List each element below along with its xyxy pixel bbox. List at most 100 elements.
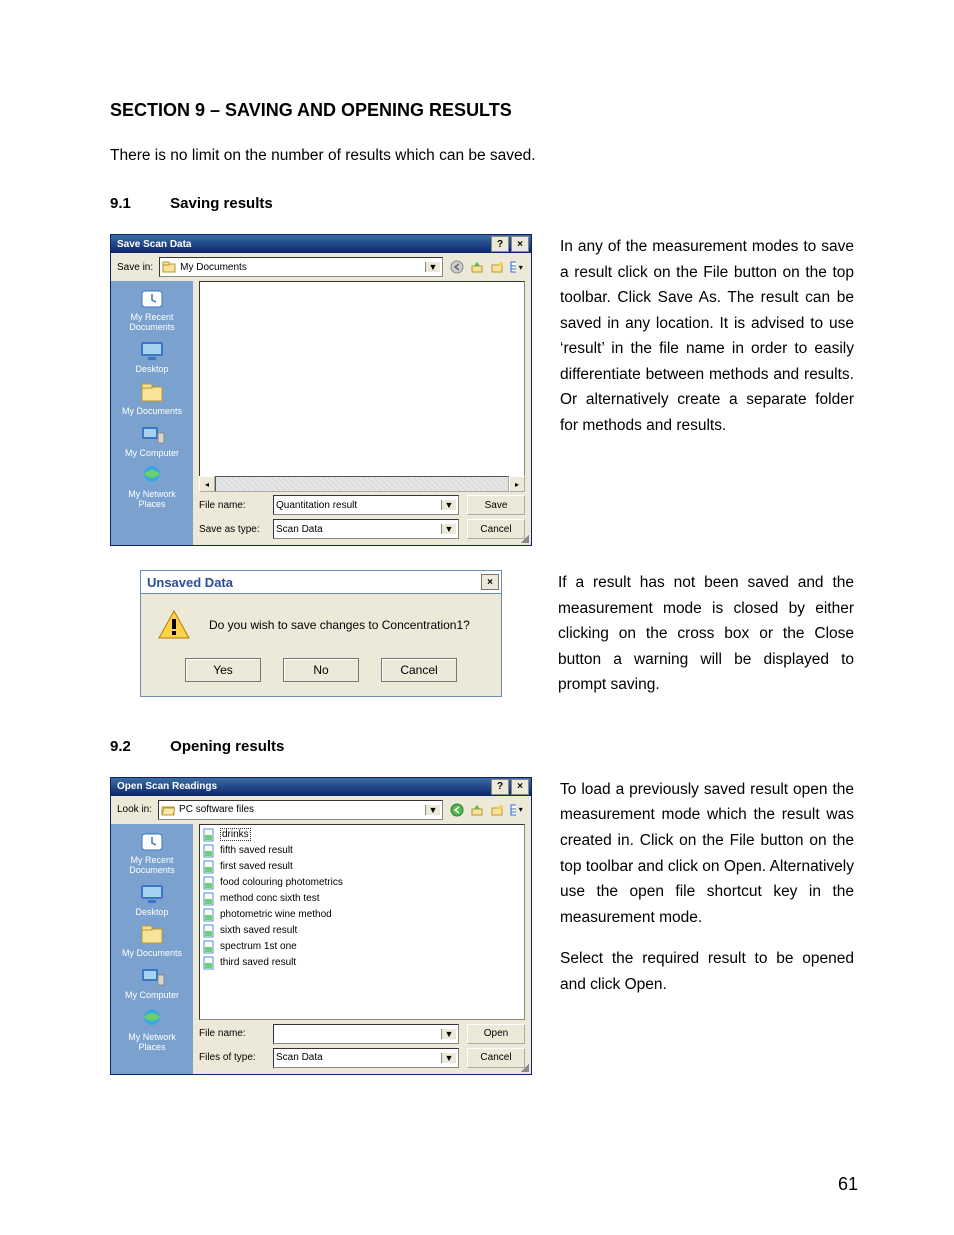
place-mydocs[interactable]: My Documents xyxy=(117,381,187,417)
close-button[interactable]: × xyxy=(511,779,529,795)
help-button[interactable]: ? xyxy=(491,236,509,252)
places-bar: My Recent Documents Desktop My Documents xyxy=(111,824,193,1074)
msgbox-titlebar: Unsaved Data × xyxy=(141,571,501,594)
subsection-title: Opening results xyxy=(170,738,284,755)
place-mycomputer[interactable]: My Computer xyxy=(117,423,187,459)
files-of-type-combo[interactable]: Scan Data ▼ xyxy=(273,1048,459,1068)
para-unsaved: If a result has not been saved and the m… xyxy=(558,570,854,698)
file-icon xyxy=(202,828,216,842)
files-of-type-label: Files of type: xyxy=(199,1052,265,1063)
views-icon[interactable]: ▾ xyxy=(509,259,525,275)
close-button[interactable]: × xyxy=(511,236,529,252)
cancel-button[interactable]: Cancel xyxy=(467,1048,525,1068)
subsection-title: Saving results xyxy=(170,195,273,212)
file-item-label: sixth saved result xyxy=(220,925,297,936)
dropdown-arrow-icon[interactable]: ▼ xyxy=(441,524,456,534)
cancel-button[interactable]: Cancel xyxy=(467,519,525,539)
dropdown-arrow-icon[interactable]: ▼ xyxy=(425,805,440,815)
scroll-right-button[interactable]: ▸ xyxy=(509,476,525,492)
save-dialog-title: Save Scan Data xyxy=(117,239,192,250)
section-title: SECTION 9 – SAVING AND OPENING RESULTS xyxy=(110,100,854,121)
file-item-label: spectrum 1st one xyxy=(220,941,297,952)
place-mycomputer[interactable]: My Computer xyxy=(117,965,187,1001)
back-icon[interactable] xyxy=(449,802,465,818)
file-name-input[interactable]: ▼ xyxy=(273,1024,459,1044)
back-icon[interactable] xyxy=(449,259,465,275)
save-as-type-combo[interactable]: Scan Data ▼ xyxy=(273,519,459,539)
save-dialog-titlebar: Save Scan Data ? × xyxy=(111,235,531,253)
para-save: In any of the measurement modes to save … xyxy=(560,234,854,439)
file-icon xyxy=(202,844,216,858)
dropdown-arrow-icon[interactable]: ▼ xyxy=(441,1029,456,1039)
views-icon[interactable]: ▾ xyxy=(509,802,525,818)
msgbox-message: Do you wish to save changes to Concentra… xyxy=(209,618,470,632)
file-item-label: drinks xyxy=(220,828,251,841)
place-network[interactable]: My Network Places xyxy=(117,1007,187,1053)
save-dialog: Save Scan Data ? × Save in: My Documents… xyxy=(110,234,532,546)
place-recent[interactable]: My Recent Documents xyxy=(117,287,187,333)
yes-button[interactable]: Yes xyxy=(185,658,261,682)
folder-icon xyxy=(162,260,176,274)
help-button[interactable]: ? xyxy=(491,779,509,795)
file-list[interactable]: drinks fifth saved result first saved resu… xyxy=(199,824,525,1020)
file-icon xyxy=(202,924,216,938)
file-name-input[interactable]: Quantitation result ▼ xyxy=(273,495,459,515)
cancel-button[interactable]: Cancel xyxy=(381,658,457,682)
file-item[interactable]: third saved result xyxy=(202,955,522,971)
place-network[interactable]: My Network Places xyxy=(117,464,187,510)
file-item[interactable]: method conc sixth test xyxy=(202,891,522,907)
file-item-label: fifth saved result xyxy=(220,845,293,856)
file-item[interactable]: drinks xyxy=(202,827,522,843)
file-item[interactable]: sixth saved result xyxy=(202,923,522,939)
save-in-combo[interactable]: My Documents ▼ xyxy=(159,257,443,277)
up-one-level-icon[interactable] xyxy=(469,802,485,818)
scroll-left-button[interactable]: ◂ xyxy=(199,476,215,492)
new-folder-icon[interactable] xyxy=(489,259,505,275)
unsaved-data-dialog: Unsaved Data × Do you wish to save chang… xyxy=(140,570,502,697)
open-dialog: Open Scan Readings ? × Look in: PC softw… xyxy=(110,777,532,1075)
dropdown-arrow-icon[interactable]: ▼ xyxy=(425,262,440,272)
look-in-value: PC software files xyxy=(179,804,254,815)
save-in-value: My Documents xyxy=(180,262,247,273)
dropdown-arrow-icon[interactable]: ▼ xyxy=(441,500,456,510)
file-item[interactable]: spectrum 1st one xyxy=(202,939,522,955)
open-button[interactable]: Open xyxy=(467,1024,525,1044)
file-item-label: food colouring photometrics xyxy=(220,877,343,888)
open-dialog-titlebar: Open Scan Readings ? × xyxy=(111,778,531,796)
open-dialog-title: Open Scan Readings xyxy=(117,781,217,792)
file-item[interactable]: food colouring photometrics xyxy=(202,875,522,891)
file-item[interactable]: fifth saved result xyxy=(202,843,522,859)
resize-grip[interactable] xyxy=(519,533,529,543)
resize-grip[interactable] xyxy=(519,1062,529,1072)
place-recent[interactable]: My Recent Documents xyxy=(117,830,187,876)
new-folder-icon[interactable] xyxy=(489,802,505,818)
up-one-level-icon[interactable] xyxy=(469,259,485,275)
place-desktop[interactable]: Desktop xyxy=(117,882,187,918)
file-item[interactable]: photometric wine method xyxy=(202,907,522,923)
file-item-label: photometric wine method xyxy=(220,909,332,920)
file-name-label: File name: xyxy=(199,1028,265,1039)
place-desktop[interactable]: Desktop xyxy=(117,339,187,375)
file-list[interactable] xyxy=(199,281,525,477)
look-in-combo[interactable]: PC software files ▼ xyxy=(158,800,443,820)
file-item[interactable]: first saved result xyxy=(202,859,522,875)
file-icon xyxy=(202,876,216,890)
file-item-label: third saved result xyxy=(220,957,296,968)
subsection-9-1: 9.1 Saving results xyxy=(110,195,854,212)
msgbox-title: Unsaved Data xyxy=(147,575,233,590)
subsection-9-2: 9.2 Opening results xyxy=(110,738,854,755)
scroll-track[interactable] xyxy=(215,476,509,492)
places-bar: My Recent Documents Desktop My Documents xyxy=(111,281,193,545)
page-number: 61 xyxy=(838,1174,858,1195)
save-button[interactable]: Save xyxy=(467,495,525,515)
warning-icon xyxy=(157,608,191,642)
file-icon xyxy=(202,940,216,954)
no-button[interactable]: No xyxy=(283,658,359,682)
open-folder-icon xyxy=(161,803,175,817)
look-in-label: Look in: xyxy=(117,804,152,815)
subsection-number: 9.1 xyxy=(110,195,166,212)
close-button[interactable]: × xyxy=(481,574,499,590)
file-item-label: method conc sixth test xyxy=(220,893,320,904)
dropdown-arrow-icon[interactable]: ▼ xyxy=(441,1053,456,1063)
place-mydocs[interactable]: My Documents xyxy=(117,923,187,959)
